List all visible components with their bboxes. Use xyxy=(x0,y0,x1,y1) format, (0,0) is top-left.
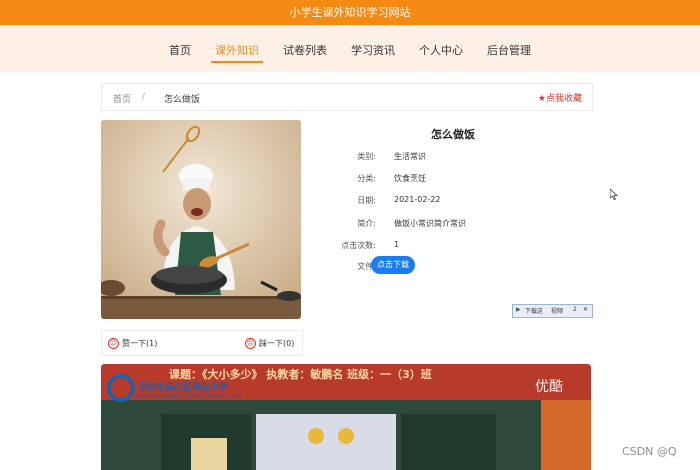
youku-brand-logo: 优酷 xyxy=(535,379,563,395)
breadcrumb-home-link[interactable]: 首页 xyxy=(113,92,131,105)
article-image xyxy=(101,120,301,319)
csdn-watermark: CSDN @Q xyxy=(622,445,677,458)
like-button[interactable]: ☺ 赞一下(1) xyxy=(108,338,157,349)
close-icon[interactable]: ✕ xyxy=(583,306,588,313)
play-icon: ▶ xyxy=(516,306,521,313)
video-player[interactable]: 课题：《大小多少》 执教者：敏鹏名 班级：一（3）班 深圳市南山区珠光小学 SH… xyxy=(101,364,591,470)
nav-item-home[interactable]: 首页 xyxy=(165,42,195,63)
nav-item-study-news[interactable]: 学习资讯 xyxy=(347,42,399,63)
field-value: 生活常识 xyxy=(394,152,426,161)
star-icon: ★ xyxy=(537,94,546,104)
field-value: 做饭小常识简介常识 xyxy=(394,219,466,228)
school-name-en: SHENZHEN NANSHAN ZHUGUANG PRIMARY SCHOOL xyxy=(137,394,243,399)
popup-download-label[interactable]: 下载这 xyxy=(525,306,543,315)
dislike-button[interactable]: ☹ 踩一下(0) xyxy=(245,338,294,349)
video-download-popup[interactable]: ▶ 下载这 视频 2 ✕ xyxy=(512,304,593,318)
field-value: 1 xyxy=(394,240,400,249)
main-nav: 首页 课外知识 试卷列表 学习资讯 个人中心 后台管理 xyxy=(0,42,700,63)
field-value: 2021-02-22 xyxy=(394,195,441,204)
breadcrumb-separator: / xyxy=(142,92,146,102)
article-title: 怎么做饭 xyxy=(431,128,475,141)
field-label: 文件: xyxy=(357,262,376,271)
smile-icon: ☺ xyxy=(108,338,119,349)
popup-count: 2 xyxy=(573,306,577,313)
field-label: 分类: xyxy=(357,174,376,183)
like-label: 赞一下(1) xyxy=(122,339,158,348)
mouse-cursor-icon xyxy=(609,185,619,204)
dislike-label: 踩一下(0) xyxy=(259,339,295,348)
site-header: 小学生课外知识学习网站 xyxy=(0,0,700,25)
nav-item-extracurricular-knowledge[interactable]: 课外知识 xyxy=(211,42,263,63)
vote-bar: ☺ 赞一下(1) ☹ 踩一下(0) xyxy=(101,330,303,356)
field-value: 饮食烹饪 xyxy=(394,174,426,183)
field-label: 日期: xyxy=(357,196,376,205)
favorite-label: 点我收藏 xyxy=(545,94,582,104)
nav-item-personal-center[interactable]: 个人中心 xyxy=(415,42,467,63)
favorite-button[interactable]: ★点我收藏 xyxy=(538,91,582,104)
field-label: 简介: xyxy=(357,219,376,228)
chef-photo-illustration xyxy=(101,120,301,319)
download-button[interactable]: 点击下载 xyxy=(371,256,415,274)
site-title: 小学生课外知识学习网站 xyxy=(289,6,411,19)
nav-item-admin[interactable]: 后台管理 xyxy=(483,42,535,63)
breadcrumb-current: 怎么做饭 xyxy=(164,95,201,105)
field-label: 点击次数: xyxy=(341,241,376,250)
frown-icon: ☹ xyxy=(245,338,256,349)
popup-video-label[interactable]: 视频 xyxy=(551,306,563,315)
nav-item-exam-list[interactable]: 试卷列表 xyxy=(279,42,331,63)
field-label: 类别: xyxy=(357,152,376,161)
main-nav-bar: 首页 课外知识 试卷列表 学习资讯 个人中心 后台管理 xyxy=(0,25,700,72)
breadcrumb: 首页 / 怎么做饭 ★点我收藏 xyxy=(101,83,593,111)
school-name: 深圳市南山区珠光小学 xyxy=(138,383,229,393)
